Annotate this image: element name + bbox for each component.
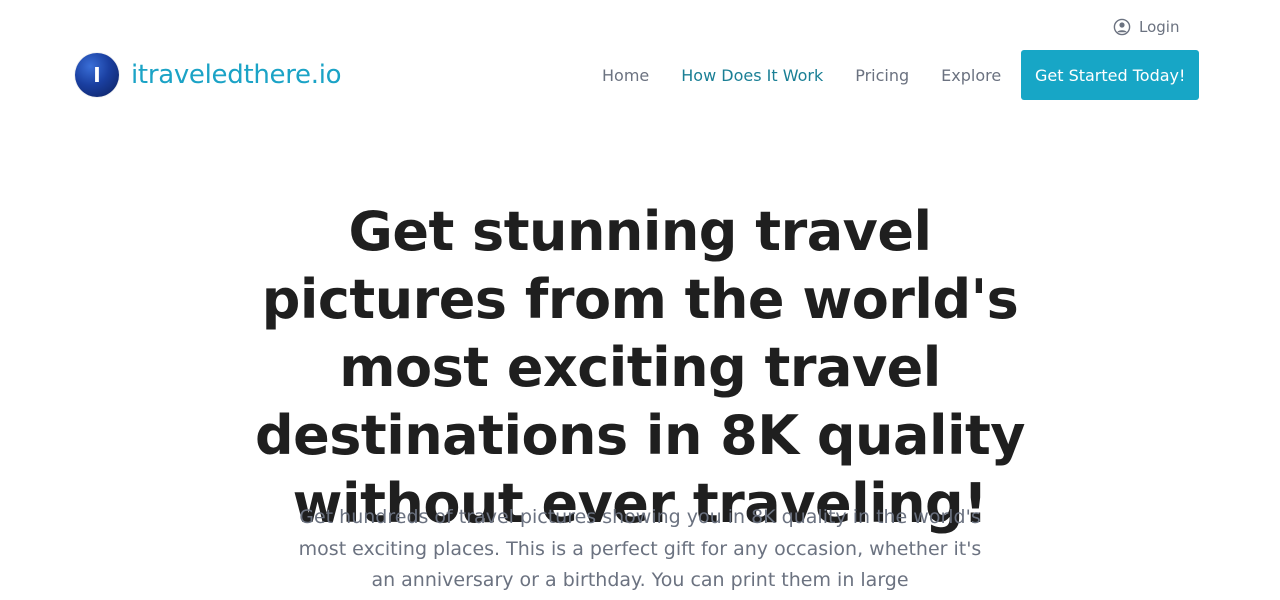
hero-title-wrapper: Get stunning travel pictures from the wo… (0, 198, 1280, 538)
hero-title: Get stunning travel pictures from the wo… (255, 200, 1025, 535)
get-started-button[interactable]: Get Started Today! (1021, 50, 1200, 100)
main-nav: Home How Does It Work Pricing Explore Ge… (586, 50, 1200, 100)
logo-letter: I (93, 63, 101, 87)
landing-page: Login I itraveledthere.io Home How Does … (0, 0, 1280, 600)
nav-item-how-does-it-work[interactable]: How Does It Work (665, 66, 839, 85)
login-link[interactable]: Login (1113, 16, 1179, 38)
nav-item-explore[interactable]: Explore (925, 66, 1017, 85)
nav-item-home[interactable]: Home (586, 66, 665, 85)
user-circle-icon (1113, 18, 1131, 36)
brand-logo-link[interactable]: I itraveledthere.io (75, 53, 342, 97)
login-label: Login (1139, 18, 1180, 36)
nav-item-pricing[interactable]: Pricing (839, 66, 925, 85)
hero-subtitle-wrapper: Get hundreds of travel pictures showing … (0, 502, 1280, 597)
hero-subtitle: Get hundreds of travel pictures showing … (298, 506, 982, 591)
logo-mark: I (75, 53, 119, 97)
brand-name: itraveledthere.io (131, 60, 342, 90)
